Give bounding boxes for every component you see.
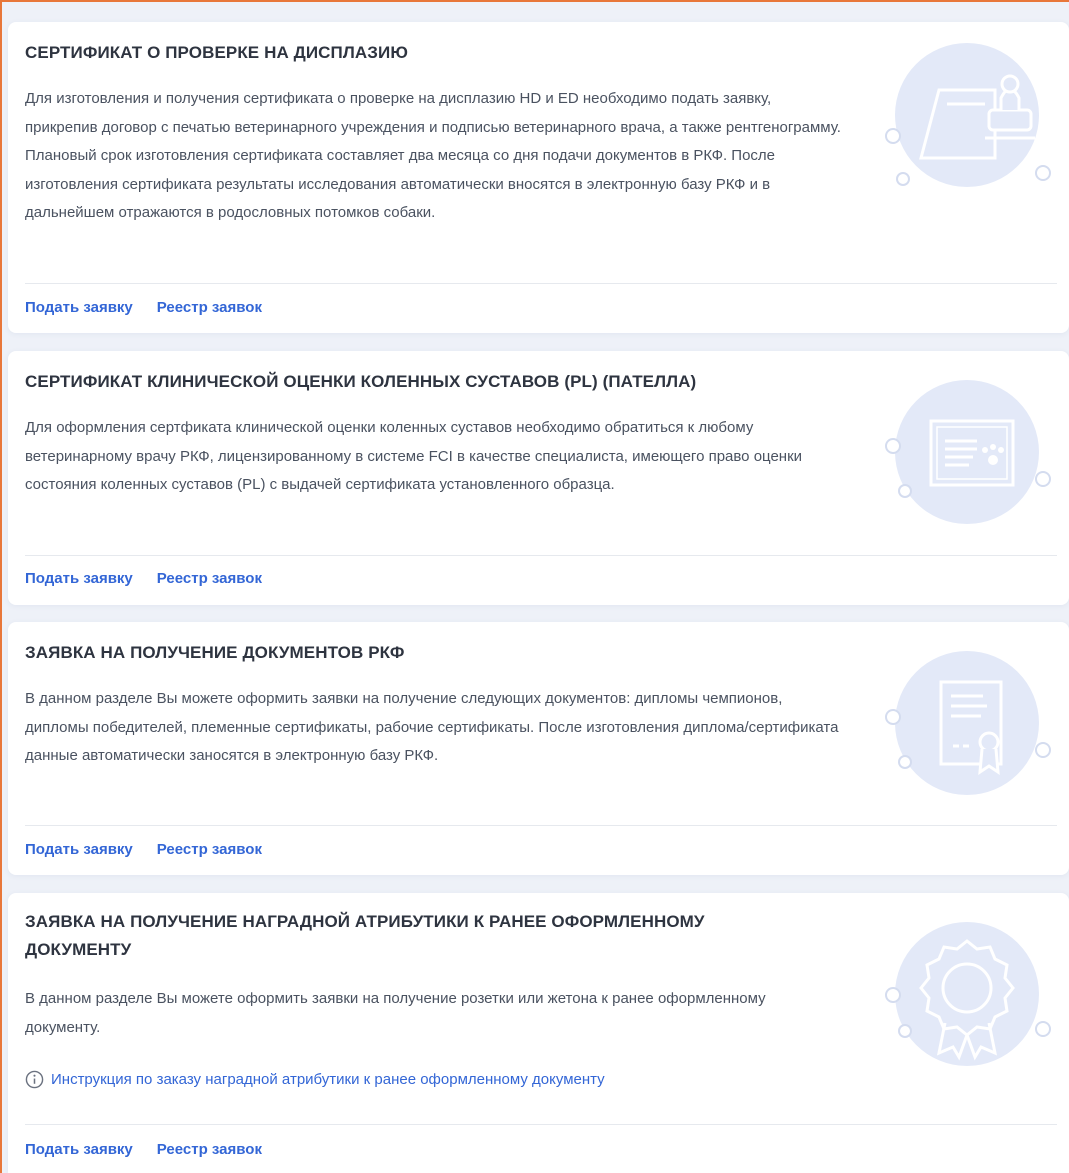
card-dysplasia-certificate: СЕРТИФИКАТ О ПРОВЕРКЕ НА ДИСПЛАЗИЮ Для и… — [8, 22, 1069, 333]
card-actions: Подать заявку Реестр заявок — [25, 841, 262, 858]
apply-button[interactable]: Подать заявку — [25, 299, 133, 316]
registry-link[interactable]: Реестр заявок — [157, 570, 262, 587]
apply-button[interactable]: Подать заявку — [25, 570, 133, 587]
paw-certificate-icon — [885, 380, 1051, 524]
card-title: ЗАЯВКА НА ПОЛУЧЕНИЕ ДОКУМЕНТОВ РКФ — [25, 643, 405, 662]
card-divider — [25, 555, 1057, 556]
card-rkf-documents: ЗАЯВКА НА ПОЛУЧЕНИЕ ДОКУМЕНТОВ РКФ В дан… — [8, 622, 1069, 875]
registry-link[interactable]: Реестр заявок — [157, 299, 262, 316]
apply-button[interactable]: Подать заявку — [25, 841, 133, 858]
card-award-attributes: ЗАЯВКА НА ПОЛУЧЕНИЕ НАГРАДНОЙ АТРИБУТИКИ… — [8, 893, 1069, 1173]
card-divider — [25, 1124, 1057, 1125]
instruction-link[interactable]: Инструкция по заказу наградной атрибутик… — [51, 1071, 605, 1088]
registry-link[interactable]: Реестр заявок — [157, 841, 262, 858]
card-description: Для оформления сертфиката клинической оц… — [25, 419, 803, 493]
card-description: Для изготовления и получения сертификата… — [25, 90, 841, 221]
registry-link[interactable]: Реестр заявок — [157, 1141, 262, 1158]
card-divider — [25, 283, 1057, 284]
card-patella-certificate: СЕРТИФИКАТ КЛИНИЧЕСКОЙ ОЦЕНКИ КОЛЕННЫХ С… — [8, 351, 1069, 605]
stamp-document-icon — [885, 43, 1051, 187]
card-title: ЗАЯВКА НА ПОЛУЧЕНИЕ НАГРАДНОЙ АТРИБУТИКИ… — [25, 912, 705, 959]
card-divider — [25, 825, 1057, 826]
diploma-icon — [885, 651, 1051, 795]
card-actions: Подать заявку Реестр заявок — [25, 299, 262, 316]
card-title: СЕРТИФИКАТ О ПРОВЕРКЕ НА ДИСПЛАЗИЮ — [25, 43, 408, 62]
instruction-link-row: Инструкция по заказу наградной атрибутик… — [25, 1070, 605, 1089]
apply-button[interactable]: Подать заявку — [25, 1141, 133, 1158]
rosette-medal-icon — [885, 922, 1051, 1066]
card-actions: Подать заявку Реестр заявок — [25, 1141, 262, 1158]
info-icon — [25, 1070, 44, 1089]
card-description: В данном разделе Вы можете оформить заяв… — [25, 990, 766, 1036]
card-actions: Подать заявку Реестр заявок — [25, 570, 262, 587]
card-description: В данном разделе Вы можете оформить заяв… — [25, 690, 839, 764]
card-title: СЕРТИФИКАТ КЛИНИЧЕСКОЙ ОЦЕНКИ КОЛЕННЫХ С… — [25, 372, 697, 391]
